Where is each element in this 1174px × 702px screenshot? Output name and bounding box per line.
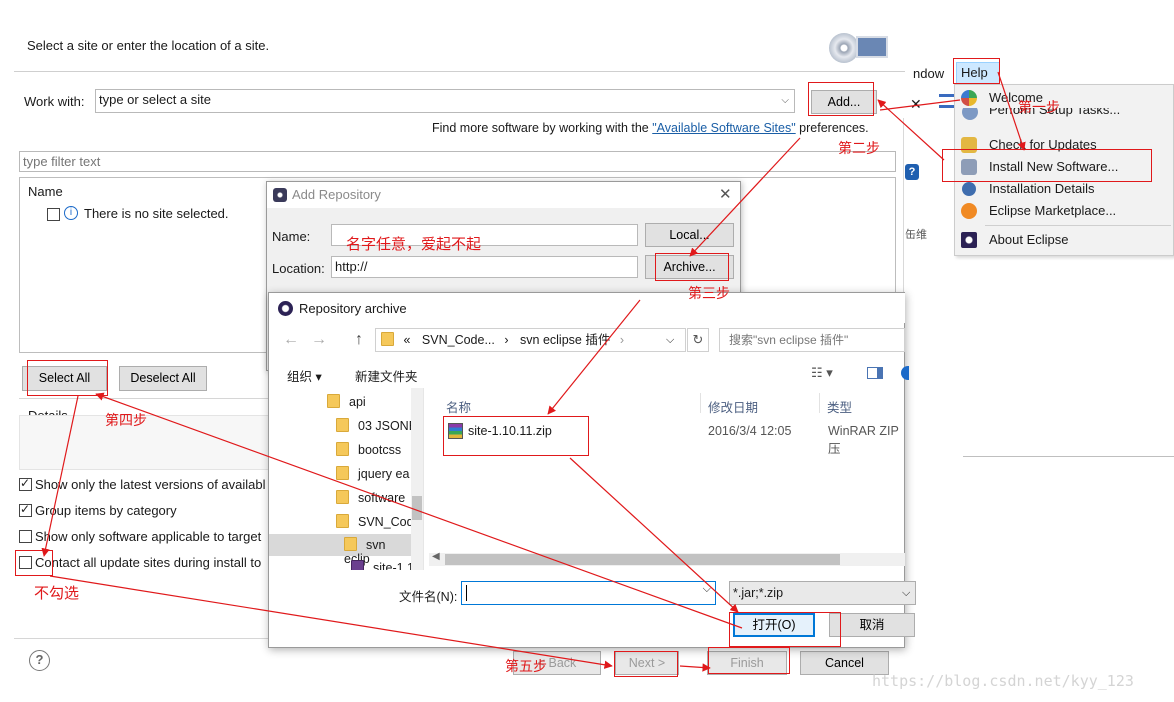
arrow-zip-to-open — [569, 457, 739, 613]
annotation-no-check: 不勾选 — [34, 584, 80, 602]
arrow-link-to-archive — [689, 137, 801, 257]
annotation-step3: 第三步 — [688, 286, 730, 302]
annotation-step1: 第一步 — [1018, 100, 1060, 116]
arrow-add-to-menu — [879, 99, 961, 111]
arrow-selectall-to-contact — [41, 395, 79, 557]
annotation-step2: 第二步 — [838, 141, 880, 157]
arrow-archive-to-zip — [547, 299, 641, 415]
annotation-step4: 第四步 — [105, 413, 147, 429]
annotation-name-note: 名字任意，爱起不起 — [346, 235, 482, 253]
annotation-step5: 第五步 — [505, 659, 547, 675]
arrow-next-to-finish — [679, 663, 711, 672]
arrow-open-to-selectall — [95, 392, 743, 629]
watermark: https://blog.csdn.net/kyy_123 — [872, 672, 1134, 690]
arrow-contact-to-next — [49, 575, 613, 669]
annotation-arrows — [41, 71, 1026, 672]
